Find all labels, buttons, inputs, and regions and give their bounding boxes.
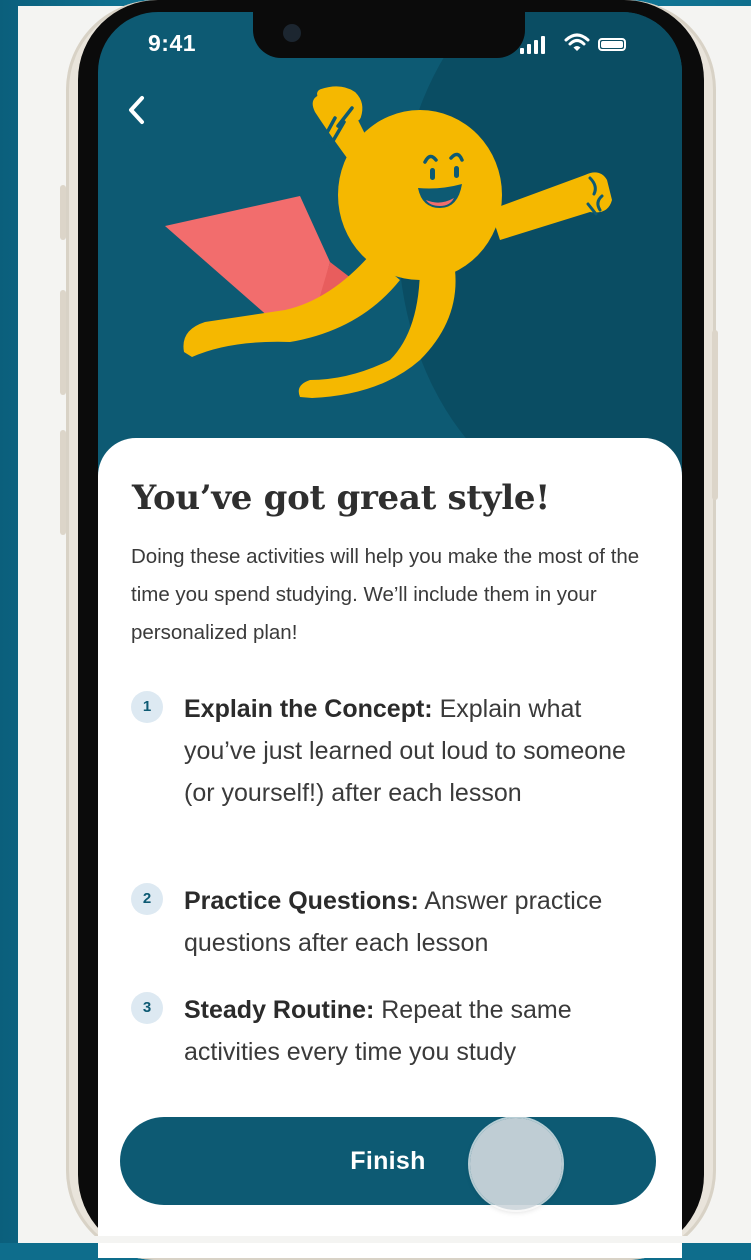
superhero-mascot-illustration <box>165 86 612 398</box>
item-number-badge: 3 <box>131 992 163 1024</box>
item-number-badge: 2 <box>131 883 163 915</box>
signal-icon <box>520 34 550 54</box>
camera-icon <box>283 24 301 42</box>
item-heading: Steady Routine: <box>184 996 375 1024</box>
item-number-badge: 1 <box>131 691 163 723</box>
phone-side-button <box>60 430 66 535</box>
page-title: You’ve got great style! <box>132 478 550 518</box>
intro-text: Doing these activities will help you mak… <box>131 545 640 644</box>
item-text: Explain the Concept: Explain what you’ve… <box>184 688 654 814</box>
touch-indicator <box>470 1118 562 1210</box>
item-text: Practice Questions: Answer practice ques… <box>184 880 654 964</box>
phone-side-button <box>712 330 718 500</box>
item-heading: Practice Questions: <box>184 887 419 915</box>
finish-button[interactable]: Finish <box>120 1117 656 1205</box>
wifi-icon <box>564 33 590 51</box>
phone-side-button <box>60 185 66 240</box>
item-heading: Explain the Concept: <box>184 695 433 723</box>
battery-icon <box>598 38 626 51</box>
item-text: Steady Routine: Repeat the same activiti… <box>184 989 654 1073</box>
phone-side-button <box>60 290 66 395</box>
bottom-strip <box>18 1236 751 1243</box>
status-time: 9:41 <box>148 30 197 56</box>
